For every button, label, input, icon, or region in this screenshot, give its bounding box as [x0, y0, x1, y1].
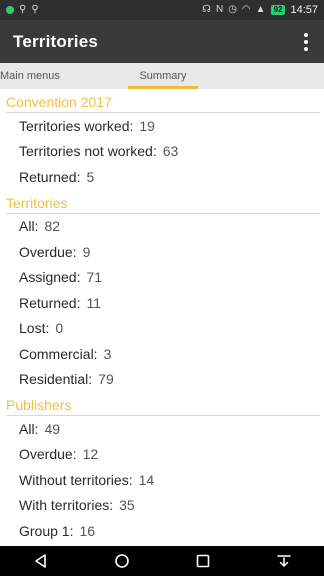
row-label: Lost: [19, 320, 50, 337]
row-label: Residential: [19, 371, 93, 388]
list-item: Overdue: 12 [0, 442, 324, 468]
list-item: Territories not worked: 63 [0, 139, 324, 165]
list-item: Lost: 0 [0, 316, 324, 342]
row-value: 63 [162, 143, 179, 160]
usb-icon: ⚲ [31, 4, 39, 15]
list-item: Returned: 5 [0, 164, 324, 190]
row-value: 35 [119, 497, 135, 514]
section-header-convention: Convention 2017 [6, 89, 320, 113]
row-value: 5 [86, 168, 95, 185]
row-value: 79 [98, 371, 114, 388]
list-item: Group 1: 16 [0, 518, 324, 544]
tab-label: Main menus [0, 70, 60, 82]
row-label: Group 1: [19, 522, 74, 539]
row-value: 9 [82, 243, 91, 260]
more-vert-icon[interactable] [298, 30, 314, 54]
tab-label: Summary [139, 70, 187, 82]
tab-bar: Main menus Summary [0, 63, 324, 89]
recents-icon[interactable] [188, 546, 218, 576]
signal-icon: ▲ [255, 4, 266, 15]
notification-dot-icon [6, 6, 14, 14]
tab-summary[interactable]: Summary [128, 63, 198, 89]
usb-icon: ⚲ [19, 4, 27, 15]
list-item: All: 49 [0, 416, 324, 442]
battery-indicator: 92 [270, 5, 286, 15]
row-label: With territories: [19, 497, 114, 514]
status-left: ⚲ ⚲ [6, 5, 39, 15]
section-header-territories: Territories [6, 190, 320, 214]
notifications-pull-icon[interactable] [269, 546, 299, 576]
status-right: ☊ N ◷ ◠ ▲ 92 14:57 [202, 4, 318, 16]
alarm-icon: ◷ [228, 4, 237, 15]
list-item: Residential: 79 [0, 367, 324, 393]
row-label: Commercial: [19, 345, 98, 362]
tab-main-menus[interactable]: Main menus [0, 63, 128, 89]
headset-icon: ☊ [202, 4, 211, 15]
app-bar: Territories [0, 20, 324, 63]
row-value: 82 [44, 218, 61, 235]
section-header-publishers: Publishers [6, 392, 320, 416]
row-value: 0 [55, 320, 64, 337]
list-item: Overdue: 9 [0, 239, 324, 265]
wifi-icon: ◠ [241, 4, 251, 15]
row-value: 11 [86, 294, 102, 311]
row-label: Overdue: [19, 243, 77, 260]
list-item: Without territories: 14 [0, 467, 324, 493]
row-label: Returned: [19, 294, 81, 311]
row-label: Territories not worked: [19, 143, 157, 160]
row-value: 49 [44, 420, 61, 437]
row-value: 16 [79, 522, 96, 539]
row-value: 19 [139, 117, 155, 134]
row-value: 12 [82, 446, 99, 463]
row-label: All: [19, 420, 39, 437]
row-label: Returned: [19, 168, 81, 185]
list-item: With territories: 35 [0, 493, 324, 519]
row-label: Without territories: [19, 471, 133, 488]
row-value: 14 [138, 471, 155, 488]
nfc-icon: N [215, 4, 224, 15]
list-item: Territories worked: 19 [0, 113, 324, 139]
list-item: Returned: 11 [0, 290, 324, 316]
system-nav-bar [0, 546, 324, 576]
row-label: Assigned: [19, 269, 81, 286]
summary-list[interactable]: Convention 2017 Territories worked: 19 Te… [0, 89, 324, 546]
list-item: All: 82 [0, 214, 324, 240]
list-item: Assigned: 71 [0, 265, 324, 291]
row-value: 71 [86, 269, 103, 286]
row-label: Territories worked: [19, 117, 134, 134]
row-value: 3 [103, 345, 112, 362]
home-icon[interactable] [107, 546, 137, 576]
status-time: 14:57 [290, 4, 318, 16]
row-label: All: [19, 218, 39, 235]
list-item: Commercial: 3 [0, 341, 324, 367]
back-icon[interactable] [26, 546, 56, 576]
status-bar: ⚲ ⚲ ☊ N ◷ ◠ ▲ 92 14:57 [0, 0, 324, 20]
app-title: Territories [13, 31, 99, 51]
row-label: Overdue: [19, 446, 77, 463]
